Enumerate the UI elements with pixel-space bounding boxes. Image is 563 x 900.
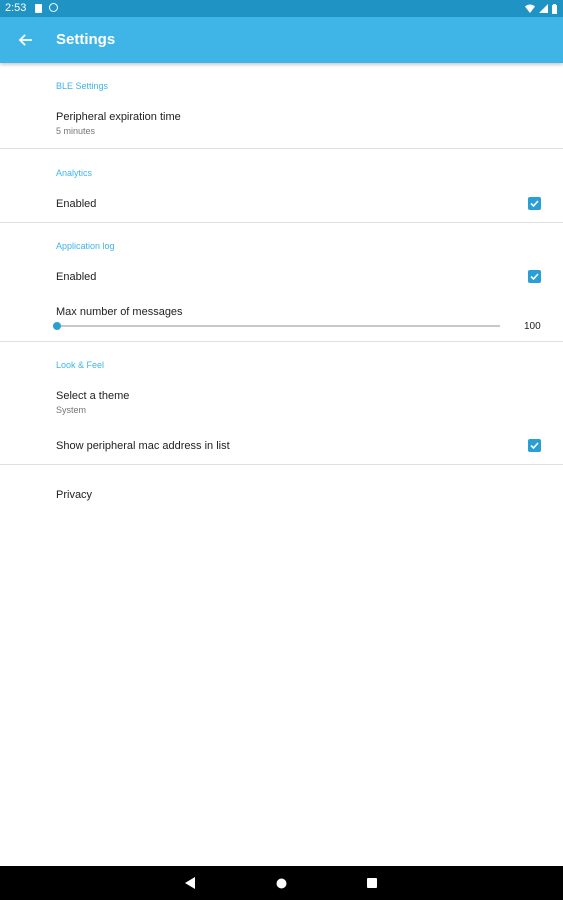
check-icon (530, 442, 539, 450)
slider-thumb[interactable] (53, 322, 61, 330)
app-log-enabled-row[interactable]: Enabled (0, 263, 563, 291)
analytics-enabled-row[interactable]: Enabled (0, 190, 563, 218)
divider (0, 148, 563, 149)
check-icon (530, 273, 539, 281)
section-title-look-feel: Look & Feel (56, 360, 105, 370)
show-mac-title: Show peripheral mac address in list (56, 440, 230, 452)
show-mac-row[interactable]: Show peripheral mac address in list (0, 432, 563, 460)
status-bar: 2:53 (0, 0, 563, 17)
back-button[interactable] (14, 29, 36, 51)
check-icon (530, 200, 539, 208)
app-log-enabled-title: Enabled (56, 271, 97, 283)
page-title: Settings (56, 31, 116, 48)
divider (0, 222, 563, 223)
section-title-analytics: Analytics (56, 168, 93, 178)
max-messages-value: 100 (524, 321, 541, 332)
peripheral-expiration-row[interactable]: Peripheral expiration time 5 minutes (0, 105, 563, 147)
status-icons (525, 3, 557, 14)
privacy-row[interactable]: Privacy (0, 481, 563, 511)
wifi-icon (525, 4, 535, 13)
peripheral-expiration-value: 5 minutes (56, 126, 96, 136)
status-time: 2:53 (5, 2, 27, 14)
analytics-enabled-checkbox[interactable] (528, 197, 541, 210)
signal-icon (539, 4, 548, 13)
sd-card-icon (35, 4, 42, 13)
square-recents-icon[interactable] (367, 878, 377, 888)
section-title-application-log: Application log (56, 241, 115, 251)
privacy-title: Privacy (56, 489, 93, 501)
theme-row[interactable]: Select a theme System (0, 383, 563, 421)
battery-icon (552, 3, 557, 14)
triangle-back-icon[interactable] (185, 877, 196, 889)
divider (0, 464, 563, 465)
app-log-enabled-checkbox[interactable] (528, 270, 541, 283)
app-bar: Settings (0, 17, 563, 63)
divider (0, 341, 563, 342)
show-mac-checkbox[interactable] (528, 439, 541, 452)
section-title-ble: BLE Settings (56, 81, 109, 91)
arrow-back-icon (18, 34, 32, 46)
max-messages-slider[interactable] (57, 325, 500, 327)
circle-home-icon[interactable] (276, 878, 287, 889)
theme-value: System (56, 405, 87, 415)
sync-icon (49, 3, 58, 12)
analytics-enabled-title: Enabled (56, 198, 97, 210)
theme-title: Select a theme (56, 390, 130, 402)
peripheral-expiration-title: Peripheral expiration time (56, 111, 181, 123)
navigation-bar (0, 866, 563, 900)
max-messages-title: Max number of messages (56, 306, 183, 318)
